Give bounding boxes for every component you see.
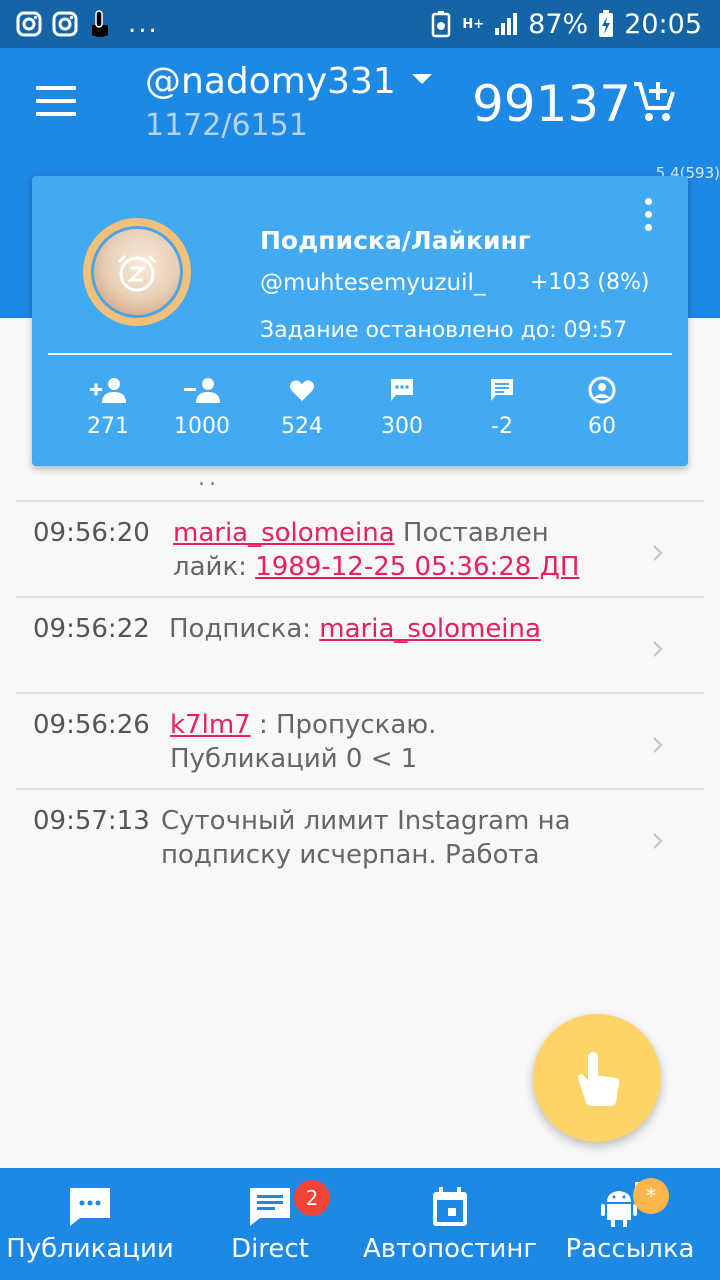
- log-message: Суточный лимит Instagram на подписку исч…: [161, 806, 571, 870]
- task-card[interactable]: Подписка/Лайкинг @muhtesemyuzuil_ +103 (…: [32, 176, 688, 466]
- log-date-link[interactable]: 1989-12-25 05:36:28 ДП: [255, 552, 579, 582]
- instagram-icon: [52, 11, 78, 37]
- activity-log: 09:56:20 maria_solomeina Поставлен лайк:…: [16, 500, 704, 884]
- nav-broadcast[interactable]: Рассылка *: [540, 1168, 720, 1280]
- log-truncated-marker: ..: [198, 466, 220, 491]
- task-gain: +103 (8%): [530, 270, 650, 295]
- touch-icon: [92, 10, 108, 37]
- message-icon: [491, 379, 513, 401]
- balance-value[interactable]: 99137: [472, 72, 631, 136]
- stat-follows-value: 271: [87, 414, 129, 439]
- log-message: k7lm7 : Пропускаю. Публикаций 0 < 1: [170, 708, 610, 776]
- account-username: @nadomy331: [145, 61, 396, 102]
- log-message: maria_solomeina Поставлен лайк: 1989-12-…: [173, 516, 613, 584]
- log-row[interactable]: 09:56:22 Подписка: maria_solomeina: [16, 596, 704, 692]
- battery-percent: 87%: [528, 8, 589, 40]
- comment-icon: [391, 379, 413, 401]
- nav-direct[interactable]: Direct 2: [180, 1168, 360, 1280]
- stat-comments: 300: [352, 374, 452, 439]
- status-bar-left: ...: [16, 9, 159, 39]
- instagram-icon: [16, 11, 42, 37]
- nav-publications[interactable]: Публикации: [0, 1168, 180, 1280]
- log-row[interactable]: 09:56:26 k7lm7 : Пропускаю. Публикаций 0…: [16, 692, 704, 788]
- heart-icon: [290, 380, 314, 401]
- clock: 20:05: [624, 8, 702, 40]
- task-title: Подписка/Лайкинг: [260, 226, 531, 255]
- add-to-cart-icon[interactable]: [630, 78, 678, 126]
- chevron-right-icon[interactable]: [652, 736, 664, 754]
- stat-comments-value: 300: [381, 414, 423, 439]
- app-bar: @nadomy331 1172/6151 99137: [0, 48, 720, 160]
- dropdown-caret-icon[interactable]: [412, 74, 432, 84]
- more-vert-icon[interactable]: [638, 198, 658, 238]
- task-account: @muhtesemyuzuil_: [260, 270, 486, 296]
- stat-likes: 524: [252, 374, 352, 439]
- nav-publications-label: Публикации: [6, 1234, 174, 1264]
- card-divider: [48, 353, 672, 355]
- network-type: H+: [462, 16, 485, 32]
- log-time: 09:57:13: [33, 806, 150, 836]
- log-time: 09:56:22: [33, 614, 150, 644]
- stat-messages-value: -2: [491, 414, 513, 439]
- task-status: Задание остановлено до: 09:57: [260, 318, 628, 343]
- battery-saver-icon: [432, 11, 451, 38]
- nav-direct-label: Direct: [231, 1234, 309, 1264]
- stat-unfollows: 1000: [152, 374, 252, 439]
- calendar-icon: [433, 1187, 467, 1226]
- account-switcher[interactable]: @nadomy331 1172/6151: [145, 58, 396, 146]
- start-task-fab[interactable]: [533, 1014, 661, 1142]
- account-counter: 1172/6151: [145, 108, 308, 143]
- chevron-right-icon[interactable]: [652, 640, 664, 658]
- profile-avatar: [83, 218, 191, 326]
- log-user-link[interactable]: maria_solomeina: [173, 518, 395, 548]
- chevron-right-icon[interactable]: [652, 544, 664, 562]
- follow-icon: [90, 378, 126, 403]
- log-time: 09:56:20: [33, 518, 150, 548]
- nav-broadcast-label: Рассылка: [565, 1234, 695, 1264]
- task-stats: 271 1000 524 300 -2 60: [64, 374, 686, 439]
- profile-icon: [588, 376, 616, 404]
- stat-unfollows-value: 1000: [174, 414, 230, 439]
- log-text: Подписка:: [169, 614, 320, 644]
- stat-profiles: 60: [552, 374, 652, 439]
- log-user-link[interactable]: maria_solomeina: [319, 614, 541, 644]
- posts-icon: [70, 1188, 110, 1226]
- more-notifications: ...: [128, 9, 159, 39]
- log-time: 09:56:26: [33, 710, 150, 740]
- hamburger-menu-icon[interactable]: [36, 86, 76, 122]
- stat-profiles-value: 60: [588, 414, 616, 439]
- status-bar: ... H+ 87% 20:05: [0, 0, 720, 48]
- bottom-navigation: Публикации Direct 2 Автопостинг Рассылка…: [0, 1168, 720, 1280]
- unfollow-icon: [184, 378, 220, 403]
- chevron-right-icon[interactable]: [652, 832, 664, 850]
- unread-count-badge: 2: [294, 1180, 330, 1216]
- new-badge: *: [633, 1178, 669, 1214]
- log-row[interactable]: 09:57:13 Суточный лимит Instagram на под…: [16, 788, 704, 884]
- nav-autoposting[interactable]: Автопостинг: [360, 1168, 540, 1280]
- log-row[interactable]: 09:56:20 maria_solomeina Поставлен лайк:…: [16, 500, 704, 596]
- signal-icon: [495, 13, 518, 35]
- log-user-link[interactable]: k7lm7: [170, 710, 251, 740]
- touch-app-icon: [578, 1052, 620, 1106]
- stat-messages: -2: [452, 374, 552, 439]
- battery-charging-icon: [599, 10, 614, 37]
- stat-likes-value: 524: [281, 414, 323, 439]
- stat-follows: 271: [64, 374, 152, 439]
- paused-clock-icon: [117, 254, 157, 292]
- nav-autoposting-label: Автопостинг: [362, 1234, 538, 1264]
- direct-icon: [250, 1188, 290, 1226]
- log-message: Подписка: maria_solomeina: [169, 612, 609, 646]
- status-bar-right: H+ 87% 20:05: [430, 9, 702, 40]
